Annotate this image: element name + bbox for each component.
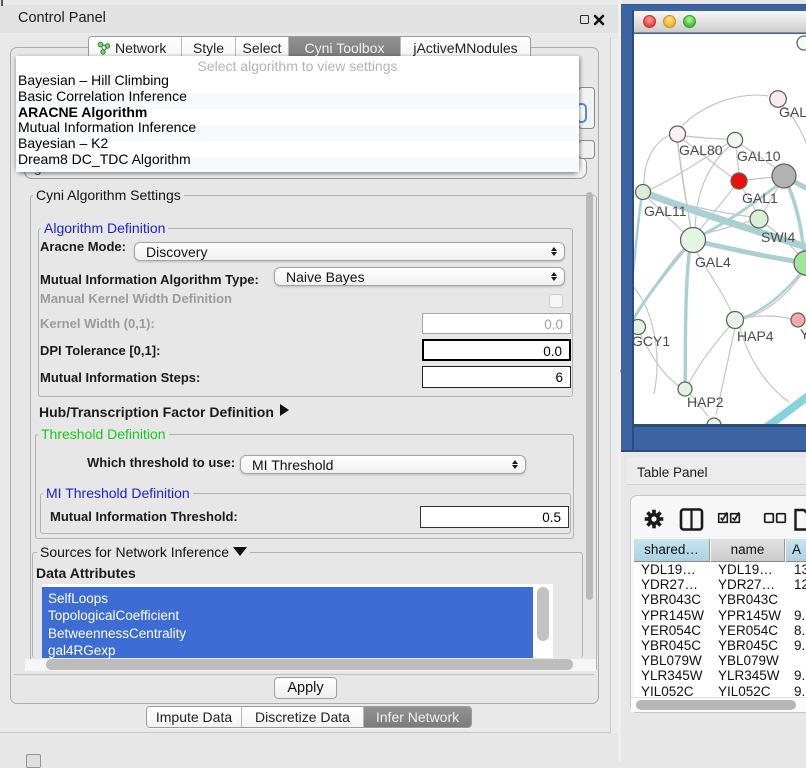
svg-text:HAP2: HAP2: [687, 394, 724, 410]
svg-text:HAP4: HAP4: [737, 328, 774, 344]
svg-text:GAL11: GAL11: [644, 203, 687, 219]
svg-text:SWI4: SWI4: [761, 229, 795, 245]
svg-text:GAL80: GAL80: [679, 142, 723, 158]
svg-text:GAL10: GAL10: [737, 148, 781, 164]
svg-text:GAL4: GAL4: [695, 254, 731, 270]
svg-text:GCY1: GCY1: [634, 333, 670, 349]
svg-text:GAL1: GAL1: [742, 190, 778, 206]
svg-text:Y: Y: [800, 326, 806, 342]
svg-text:GAL2: GAL2: [779, 104, 806, 120]
